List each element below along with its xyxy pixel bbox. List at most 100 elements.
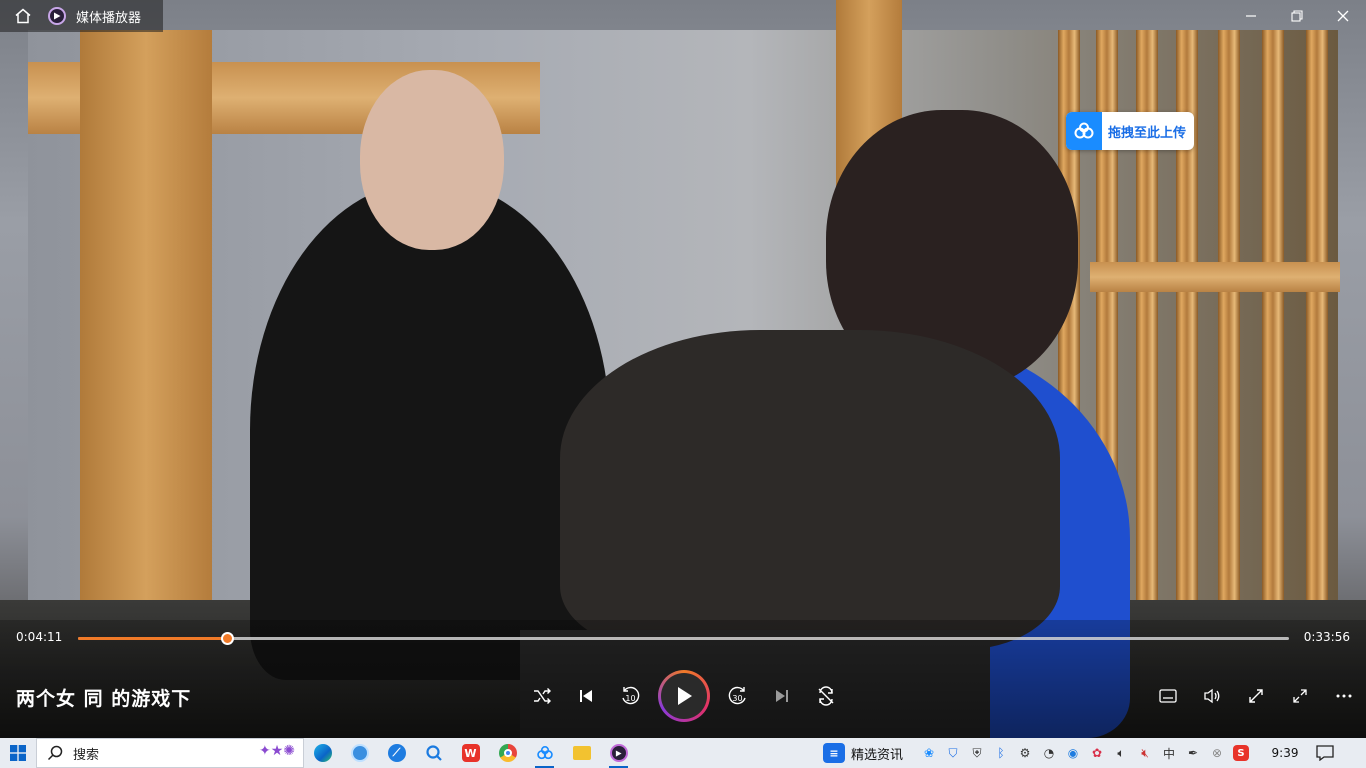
- upload-badge-label: 拖拽至此上传: [1108, 125, 1187, 141]
- taskbar-app-wps[interactable]: W: [452, 738, 489, 768]
- more-options-button[interactable]: [1322, 674, 1366, 718]
- search-highlight-icon: ✦★✺: [258, 743, 295, 759]
- notification-center-button[interactable]: [1305, 738, 1345, 768]
- chrome-icon: [498, 744, 517, 762]
- restore-button[interactable]: [1274, 0, 1320, 32]
- fullscreen-icon: [1249, 689, 1263, 703]
- title-bar-left: 媒体播放器: [0, 0, 164, 32]
- mini-player-button[interactable]: [1278, 674, 1322, 718]
- restore-icon: [1291, 10, 1303, 22]
- forward-30-icon: 30: [728, 686, 746, 705]
- tray-volume[interactable]: 🔈︎: [1109, 738, 1133, 768]
- volume-icon: [1204, 688, 1220, 704]
- video-scene-feet: [560, 330, 1060, 650]
- captions-button[interactable]: [1146, 674, 1190, 718]
- shuffle-icon: [534, 688, 551, 704]
- minimize-icon: [1246, 15, 1256, 17]
- play-button[interactable]: [658, 670, 710, 722]
- tray-bluetooth[interactable]: ᛒ: [989, 738, 1013, 768]
- media-player-app-icon: [48, 7, 66, 25]
- shield-icon: ⛉: [948, 745, 958, 760]
- tray-app-c[interactable]: S: [1229, 738, 1253, 768]
- home-icon: [15, 8, 31, 24]
- next-button[interactable]: [760, 674, 804, 718]
- volume-button[interactable]: [1190, 674, 1234, 718]
- rewind-10-button[interactable]: 10: [608, 674, 652, 718]
- video-scene-bar: [1306, 30, 1328, 630]
- feather-tray-icon: ◉: [1067, 746, 1079, 760]
- current-time: 0:04:11: [16, 630, 63, 644]
- magnifier-app-icon: [425, 745, 442, 761]
- taskbar-app-search[interactable]: [415, 738, 452, 768]
- speaker-icon: 🔈︎: [1117, 745, 1125, 760]
- system-tray: ❀ ⛉ ⛨ ᛒ ⚙ ◔ ◉ ✿ 🔈︎ 🔇︎ 中 ✒ ⊗ S: [917, 738, 1253, 768]
- windows-logo-icon: [10, 745, 26, 761]
- tray-cloud-icon: ❀: [923, 746, 935, 760]
- taskbar-clock[interactable]: 9:39: [1265, 746, 1305, 760]
- seek-bar-progress: [78, 637, 228, 640]
- tray-defender[interactable]: ⛨: [965, 738, 989, 768]
- video-scene-bar: [1262, 30, 1284, 630]
- play-button-inner: [661, 673, 707, 719]
- start-button[interactable]: [0, 738, 36, 768]
- repeat-button[interactable]: [804, 674, 848, 718]
- edge-icon: [313, 744, 332, 762]
- s-app-icon: S: [1233, 745, 1250, 761]
- video-scene-beam: [1090, 262, 1340, 292]
- rewind-10-label: 10: [625, 694, 635, 703]
- taskbar: 搜索 ✦★✺ ⟋ W ≡ 精选资讯 ❀ ⛉ ⛨ ᛒ ⚙ ◔ ◉ ✿ 🔈︎ 🔇︎ …: [0, 738, 1366, 768]
- tray-feather[interactable]: ◉: [1061, 738, 1085, 768]
- taskbar-app-chrome[interactable]: [489, 738, 526, 768]
- ime-icon: 中: [1163, 746, 1176, 761]
- taskbar-app-browser[interactable]: [341, 738, 378, 768]
- circle-x-icon: ⊗: [1211, 746, 1223, 760]
- speaker-muted-icon: 🔇︎: [1141, 745, 1149, 760]
- search-placeholder: 搜索: [73, 747, 100, 763]
- tray-app-b[interactable]: ✿: [1085, 738, 1109, 768]
- tray-ime[interactable]: 中: [1157, 738, 1181, 768]
- tray-app-a[interactable]: ⚙: [1013, 738, 1037, 768]
- taskbar-app-media-player[interactable]: [600, 738, 637, 768]
- captions-icon: [1159, 689, 1177, 703]
- tray-wifi[interactable]: ◔: [1037, 738, 1061, 768]
- wps-icon: W: [461, 744, 480, 762]
- search-icon: [47, 745, 63, 761]
- tray-app-icon: ⚙: [1019, 746, 1031, 760]
- feather-app-icon: ⟋: [387, 744, 406, 762]
- taskbar-app-edge[interactable]: [304, 738, 341, 768]
- folder-icon: [572, 746, 591, 760]
- tray-pen[interactable]: ✒: [1181, 738, 1205, 768]
- forward-30-label: 30: [732, 694, 742, 703]
- taskbar-app-feather[interactable]: ⟋: [378, 738, 415, 768]
- wifi-icon: ◔: [1043, 746, 1055, 760]
- forward-30-button[interactable]: 30: [716, 674, 760, 718]
- taskbar-app-cloud-drive[interactable]: [526, 738, 563, 768]
- minimize-button[interactable]: [1228, 0, 1274, 32]
- playback-controls: 10 30: [520, 668, 848, 724]
- defender-icon: ⛨: [972, 745, 982, 760]
- cloud-drive-icon: [536, 746, 553, 760]
- repeat-icon: [818, 686, 834, 706]
- tray-security[interactable]: ⛉: [941, 738, 965, 768]
- fullscreen-button[interactable]: [1234, 674, 1278, 718]
- upload-drop-badge[interactable]: 拖拽至此上传: [1066, 112, 1194, 150]
- more-icon: [1336, 694, 1352, 698]
- taskbar-search-box[interactable]: 搜索 ✦★✺: [36, 738, 304, 768]
- close-button[interactable]: [1320, 0, 1366, 32]
- home-button[interactable]: [0, 0, 46, 32]
- title-bar: 媒体播放器: [0, 0, 1366, 32]
- rewind-10-icon: 10: [622, 686, 640, 705]
- seek-bar-thumb[interactable]: [221, 632, 235, 645]
- next-icon: [776, 690, 788, 702]
- taskbar-app-file-explorer[interactable]: [563, 738, 600, 768]
- bluetooth-icon: ᛒ: [997, 746, 1005, 760]
- flower-icon: ✿: [1091, 746, 1103, 760]
- previous-button[interactable]: [564, 674, 608, 718]
- news-widget[interactable]: ≡ 精选资讯: [823, 738, 903, 768]
- tray-mute[interactable]: 🔇︎: [1133, 738, 1157, 768]
- video-scene-bar: [1218, 30, 1240, 630]
- seek-bar[interactable]: [78, 632, 1289, 645]
- shuffle-button[interactable]: [520, 674, 564, 718]
- tray-close[interactable]: ⊗: [1205, 738, 1229, 768]
- tray-cloud-drive[interactable]: ❀: [917, 738, 941, 768]
